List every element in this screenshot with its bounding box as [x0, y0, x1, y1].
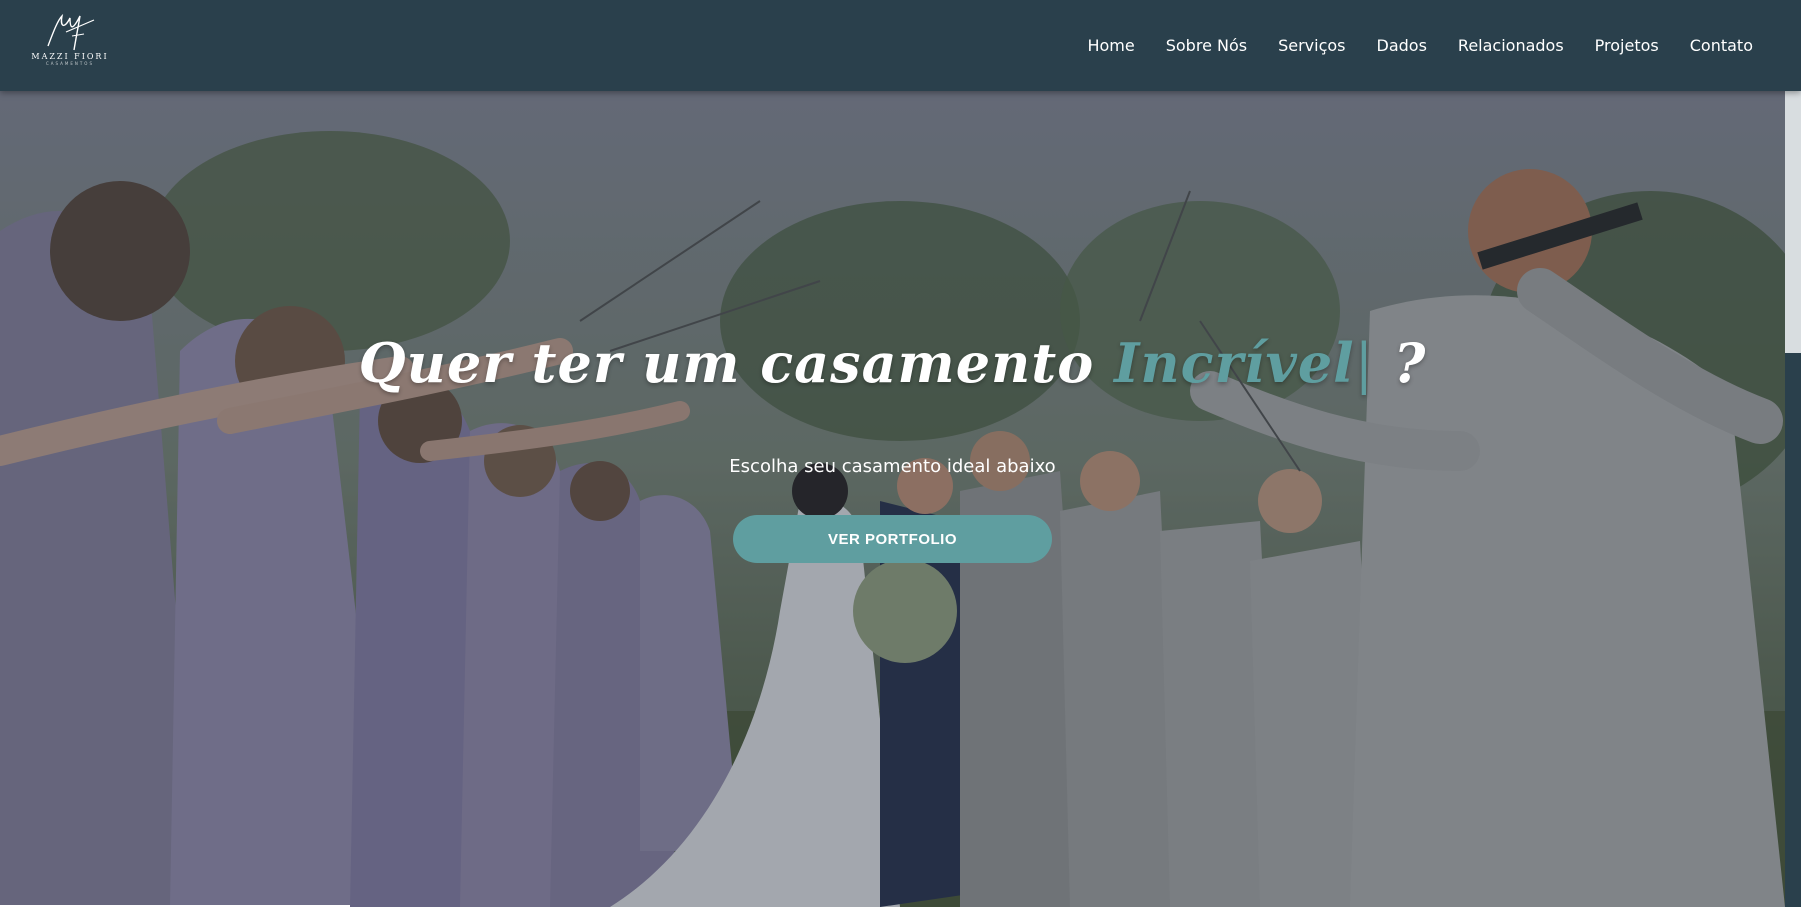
hero-subtitle: Escolha seu casamento ideal abaixo — [729, 456, 1056, 477]
page-scrollbar[interactable] — [1785, 91, 1801, 907]
brand-tagline: CASAMENTOS — [46, 61, 94, 66]
mf-monogram-icon — [47, 13, 95, 51]
nav-relacionados[interactable]: Relacionados — [1458, 36, 1564, 55]
headline-highlight: Incrível — [1114, 331, 1355, 395]
nav-servicos[interactable]: Serviços — [1278, 36, 1345, 55]
ver-portfolio-button[interactable]: VER PORTFOLIO — [733, 515, 1052, 563]
hero-headline: Quer ter um casamento Incrível| ? — [0, 331, 1785, 395]
nav-dados[interactable]: Dados — [1377, 36, 1427, 55]
nav-sobre-nos[interactable]: Sobre Nós — [1166, 36, 1247, 55]
brand-name: MAZZI FIORI — [31, 52, 109, 61]
nav-contato[interactable]: Contato — [1690, 36, 1753, 55]
brand-logo[interactable]: MAZZI FIORI CASAMENTOS — [30, 10, 110, 80]
nav-projetos[interactable]: Projetos — [1595, 36, 1659, 55]
headline-suffix: ? — [1373, 331, 1427, 395]
scrollbar-thumb[interactable] — [1785, 91, 1801, 353]
typing-cursor: | — [1354, 332, 1374, 395]
headline-prefix: Quer ter um casamento — [358, 331, 1115, 395]
main-nav: Home Sobre Nós Serviços Dados Relacionad… — [1056, 0, 1753, 91]
hero-content: Quer ter um casamento Incrível| ? Escolh… — [0, 91, 1785, 907]
top-navbar: MAZZI FIORI CASAMENTOS Home Sobre Nós Se… — [0, 0, 1801, 91]
nav-home[interactable]: Home — [1087, 36, 1134, 55]
